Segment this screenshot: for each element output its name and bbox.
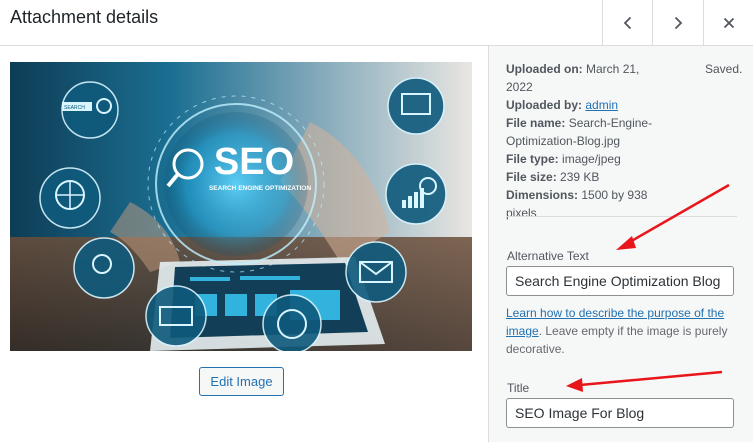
uploaded-by-row: Uploaded by: admin — [506, 98, 619, 112]
divider — [506, 216, 737, 217]
title-label: Title — [507, 381, 530, 395]
media-preview-area: SEO SEARCH ENGINE OPTIMIZATION SEARCH Ed… — [0, 46, 488, 442]
next-button[interactable] — [652, 0, 702, 45]
chevron-left-icon — [623, 16, 631, 29]
attachment-info-sidebar: Uploaded on: March 21, 2022 Uploaded by:… — [488, 46, 753, 442]
modal-header: Attachment details — [0, 0, 753, 46]
uploader-link[interactable]: admin — [585, 98, 618, 112]
image-seo-subtext: SEARCH ENGINE OPTIMIZATION — [209, 185, 311, 192]
file-name-row: File name: Search-Engine-Optimization-Bl… — [506, 116, 653, 148]
attachment-image: SEO SEARCH ENGINE OPTIMIZATION SEARCH — [10, 62, 472, 351]
alt-text-label: Alternative Text — [507, 249, 589, 263]
file-size-value: 239 KB — [560, 170, 600, 184]
file-size-row: File size: 239 KB — [506, 170, 600, 184]
edit-image-button[interactable]: Edit Image — [199, 367, 284, 396]
alt-text-help-text: . Leave empty if the image is purely dec… — [506, 324, 728, 356]
alt-text-help: Learn how to describe the purpose of the… — [506, 304, 730, 358]
chevron-right-icon — [674, 16, 682, 29]
alt-text-input[interactable] — [506, 266, 734, 296]
title-input[interactable] — [506, 398, 734, 428]
file-details: Uploaded on: March 21, 2022 Uploaded by:… — [506, 60, 666, 222]
previous-button[interactable] — [602, 0, 652, 45]
file-type-row: File type: image/jpeg — [506, 152, 621, 166]
image-search-badge: SEARCH — [64, 105, 85, 111]
image-seo-text: SEO — [214, 141, 294, 183]
uploaded-on-row: Uploaded on: March 21, 2022 — [506, 62, 640, 94]
close-icon — [723, 17, 734, 28]
saved-status: Saved. — [705, 62, 743, 76]
modal-title: Attachment details — [10, 7, 159, 27]
file-type-value: image/jpeg — [562, 152, 621, 166]
close-button[interactable] — [703, 0, 753, 45]
